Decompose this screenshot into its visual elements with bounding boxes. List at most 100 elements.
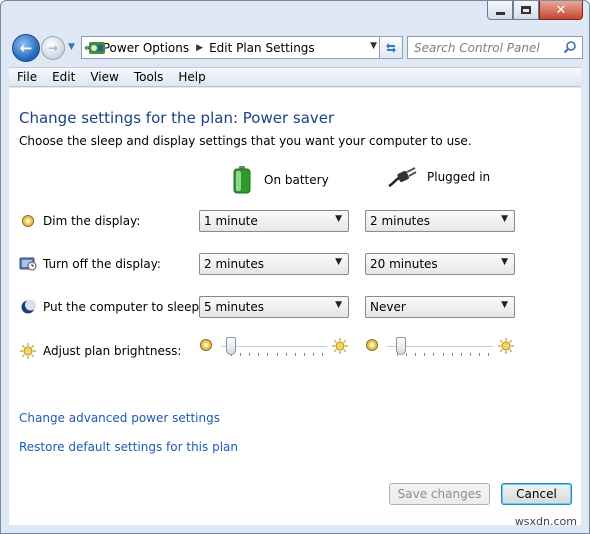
bright-sun-icon bbox=[498, 338, 514, 354]
setting-row-sleep: Put the computer to sleep: bbox=[19, 298, 203, 316]
slider-thumb[interactable] bbox=[226, 337, 236, 355]
slider-tick bbox=[415, 353, 417, 356]
menu-bar: File Edit View Tools Help bbox=[9, 67, 581, 87]
slider-tick bbox=[322, 353, 323, 356]
setting-row-brightness: Adjust plan brightness: bbox=[19, 342, 181, 360]
dropdown-arrow-icon: ▼ bbox=[335, 300, 342, 310]
sleep-label: Put the computer to sleep: bbox=[43, 300, 204, 314]
slider-tick bbox=[276, 353, 278, 356]
breadcrumb-power-options[interactable]: Power Options bbox=[103, 41, 189, 55]
maximize-icon bbox=[521, 6, 531, 14]
search-icon[interactable] bbox=[563, 40, 577, 54]
turn-off-display-plugged-value: 20 minutes bbox=[370, 257, 438, 271]
moon-icon bbox=[19, 298, 37, 316]
dropdown-arrow-icon: ▼ bbox=[501, 214, 508, 224]
advanced-power-settings-link[interactable]: Change advanced power settings bbox=[19, 411, 220, 425]
setting-row-dim: Dim the display: bbox=[19, 212, 140, 230]
menu-tools[interactable]: Tools bbox=[126, 70, 171, 84]
breadcrumb-edit-plan-settings[interactable]: Edit Plan Settings bbox=[209, 41, 315, 55]
column-header-plugged: Plugged in bbox=[387, 166, 490, 188]
sleep-plugged-select[interactable]: Never ▼ bbox=[365, 296, 515, 318]
sleep-battery-value: 5 minutes bbox=[204, 300, 265, 314]
dim-sun-icon bbox=[366, 339, 378, 351]
brightness-battery-slider[interactable] bbox=[199, 334, 349, 356]
turn-off-display-label: Turn off the display: bbox=[43, 257, 161, 271]
slider-tick bbox=[478, 353, 480, 356]
dim-display-battery-value: 1 minute bbox=[204, 214, 258, 228]
forward-arrow-icon: → bbox=[47, 41, 59, 55]
dropdown-arrow-icon: ▼ bbox=[335, 257, 342, 267]
menu-edit[interactable]: Edit bbox=[44, 70, 82, 84]
slider-tick bbox=[285, 353, 287, 356]
slider-tick bbox=[312, 353, 314, 356]
dim-sun-icon bbox=[200, 339, 212, 351]
address-dropdown-icon[interactable]: ▼ bbox=[370, 41, 377, 51]
slider-tick bbox=[406, 353, 408, 356]
slider-tick bbox=[433, 353, 435, 356]
maximize-button[interactable] bbox=[513, 1, 539, 20]
back-arrow-icon: ← bbox=[19, 39, 33, 57]
sleep-battery-select[interactable]: 5 minutes ▼ bbox=[199, 296, 349, 318]
close-icon: ✕ bbox=[555, 2, 567, 18]
dim-display-battery-select[interactable]: 1 minute ▼ bbox=[199, 210, 349, 232]
turn-off-display-battery-value: 2 minutes bbox=[204, 257, 265, 271]
brightness-plugged-slider[interactable] bbox=[365, 334, 515, 356]
control-panel-icon bbox=[88, 40, 106, 56]
cancel-button[interactable]: Cancel bbox=[501, 483, 572, 505]
dropdown-arrow-icon: ▼ bbox=[335, 214, 342, 224]
minimize-icon bbox=[495, 11, 505, 15]
page-title: Change settings for the plan: Power save… bbox=[19, 109, 335, 127]
battery-column-label: On battery bbox=[264, 173, 329, 187]
search-input[interactable] bbox=[414, 40, 560, 55]
brightness-label: Adjust plan brightness: bbox=[43, 344, 182, 358]
watermark: wsxdn.com bbox=[514, 515, 577, 528]
slider-tick bbox=[442, 353, 444, 356]
sleep-plugged-value: Never bbox=[370, 300, 406, 314]
dim-display-plugged-value: 2 minutes bbox=[370, 214, 431, 228]
main-content: Change settings for the plan: Power save… bbox=[9, 88, 581, 525]
plugged-column-label: Plugged in bbox=[427, 170, 491, 184]
back-button[interactable]: ← bbox=[12, 34, 40, 62]
slider-tick bbox=[460, 353, 462, 356]
slider-tick bbox=[303, 353, 305, 356]
search-box bbox=[407, 36, 583, 59]
breadcrumb-separator-icon[interactable]: ▶ bbox=[196, 43, 203, 53]
minimize-button[interactable] bbox=[487, 1, 513, 20]
slider-ticks bbox=[397, 353, 489, 357]
setting-row-display-off: Turn off the display: bbox=[19, 255, 161, 273]
slider-ticks bbox=[231, 353, 323, 357]
dim-display-plugged-select[interactable]: 2 minutes ▼ bbox=[365, 210, 515, 232]
slider-tick bbox=[488, 353, 489, 356]
menu-view[interactable]: View bbox=[82, 70, 125, 84]
turn-off-display-plugged-select[interactable]: 20 minutes ▼ bbox=[365, 253, 515, 275]
restore-defaults-link[interactable]: Restore default settings for this plan bbox=[19, 440, 238, 454]
address-bar[interactable]: « Power Options ▶ Edit Plan Settings ▼ bbox=[81, 36, 383, 59]
slider-tick bbox=[258, 353, 260, 356]
bright-sun-icon bbox=[332, 338, 348, 354]
close-button[interactable]: ✕ bbox=[539, 1, 583, 20]
dropdown-arrow-icon: ▼ bbox=[501, 257, 508, 267]
dim-display-label: Dim the display: bbox=[43, 214, 141, 228]
forward-button[interactable]: → bbox=[41, 36, 65, 60]
slider-track bbox=[221, 346, 327, 348]
turn-off-display-battery-select[interactable]: 2 minutes ▼ bbox=[199, 253, 349, 275]
menu-help[interactable]: Help bbox=[170, 70, 212, 84]
recent-pages-button[interactable]: ▼ bbox=[68, 42, 75, 52]
menu-file[interactable]: File bbox=[9, 70, 44, 84]
dropdown-arrow-icon: ▼ bbox=[501, 300, 508, 310]
window: ✕ ← → ▼ « Power Options ▶ Edit Plan Sett… bbox=[0, 0, 590, 534]
slider-tick bbox=[240, 353, 242, 356]
slider-tick bbox=[469, 353, 471, 356]
slider-tick bbox=[249, 353, 251, 356]
navigation-bar: ← → ▼ « Power Options ▶ Edit Plan Settin… bbox=[9, 31, 583, 63]
refresh-button[interactable] bbox=[379, 36, 403, 59]
refresh-icon bbox=[386, 42, 396, 53]
battery-icon bbox=[233, 166, 251, 194]
page-description: Choose the sleep and display settings th… bbox=[19, 134, 472, 148]
save-changes-button[interactable]: Save changes bbox=[389, 483, 490, 505]
slider-tick bbox=[294, 353, 296, 356]
monitor-clock-icon bbox=[19, 255, 37, 273]
caption-buttons: ✕ bbox=[487, 1, 583, 20]
slider-thumb[interactable] bbox=[396, 337, 407, 355]
power-plug-icon bbox=[387, 166, 417, 188]
